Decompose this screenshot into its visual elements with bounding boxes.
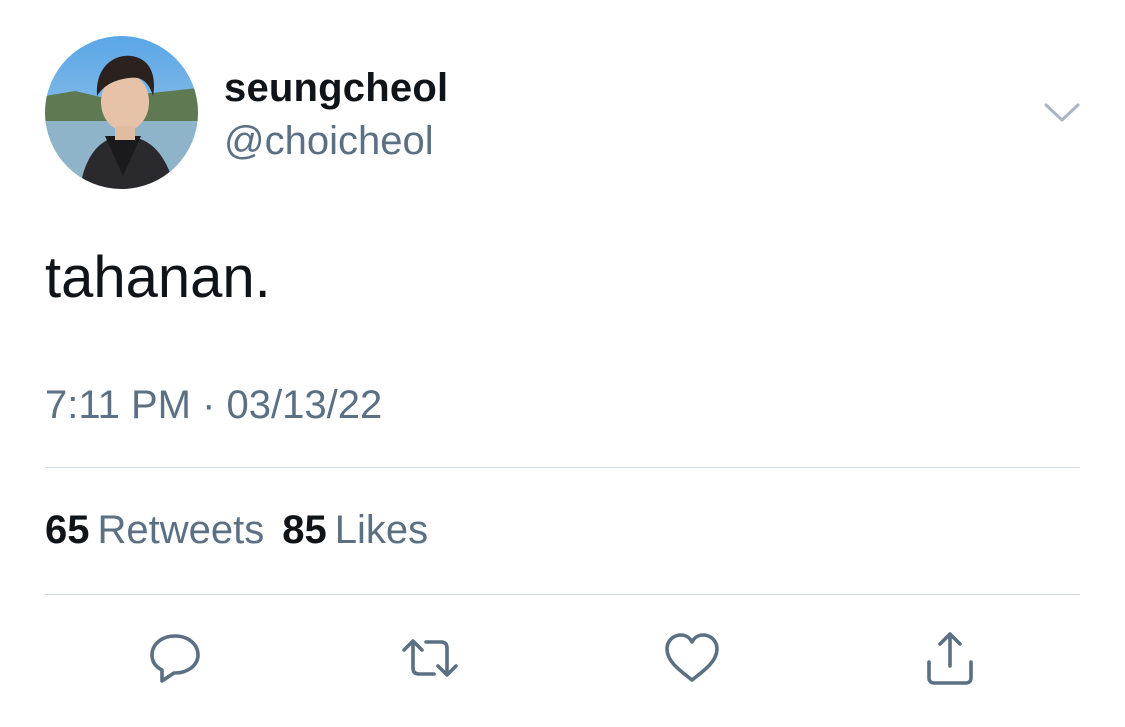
likes-label: Likes (334, 508, 429, 552)
reply-button[interactable] (145, 628, 205, 688)
chevron-down-icon[interactable] (1043, 99, 1081, 127)
likes-stat[interactable]: 85 Likes (282, 508, 428, 553)
likes-count: 85 (282, 508, 327, 552)
share-icon (927, 632, 973, 685)
like-button[interactable] (662, 628, 722, 688)
retweet-icon (402, 639, 458, 677)
retweets-stat[interactable]: 65 Retweets (45, 508, 264, 553)
divider (45, 467, 1080, 468)
user-handle[interactable]: @choicheol (224, 119, 434, 164)
retweet-button[interactable] (400, 628, 460, 688)
heart-icon (665, 633, 719, 682)
retweets-count: 65 (45, 508, 90, 552)
display-name[interactable]: seungcheol (224, 66, 448, 111)
tweet-detail: seungcheol @choicheol tahanan. 7:11 PM ·… (0, 0, 1125, 727)
avatar[interactable] (45, 36, 198, 189)
divider (45, 594, 1080, 595)
avatar-photo (45, 36, 198, 189)
tweet-timestamp[interactable]: 7:11 PM · 03/13/22 (45, 383, 382, 428)
retweets-label: Retweets (97, 508, 265, 552)
tweet-stats: 65 Retweets 85 Likes (45, 508, 446, 553)
tweet-text: tahanan. (45, 245, 271, 310)
reply-icon (150, 634, 200, 683)
share-button[interactable] (920, 628, 980, 688)
